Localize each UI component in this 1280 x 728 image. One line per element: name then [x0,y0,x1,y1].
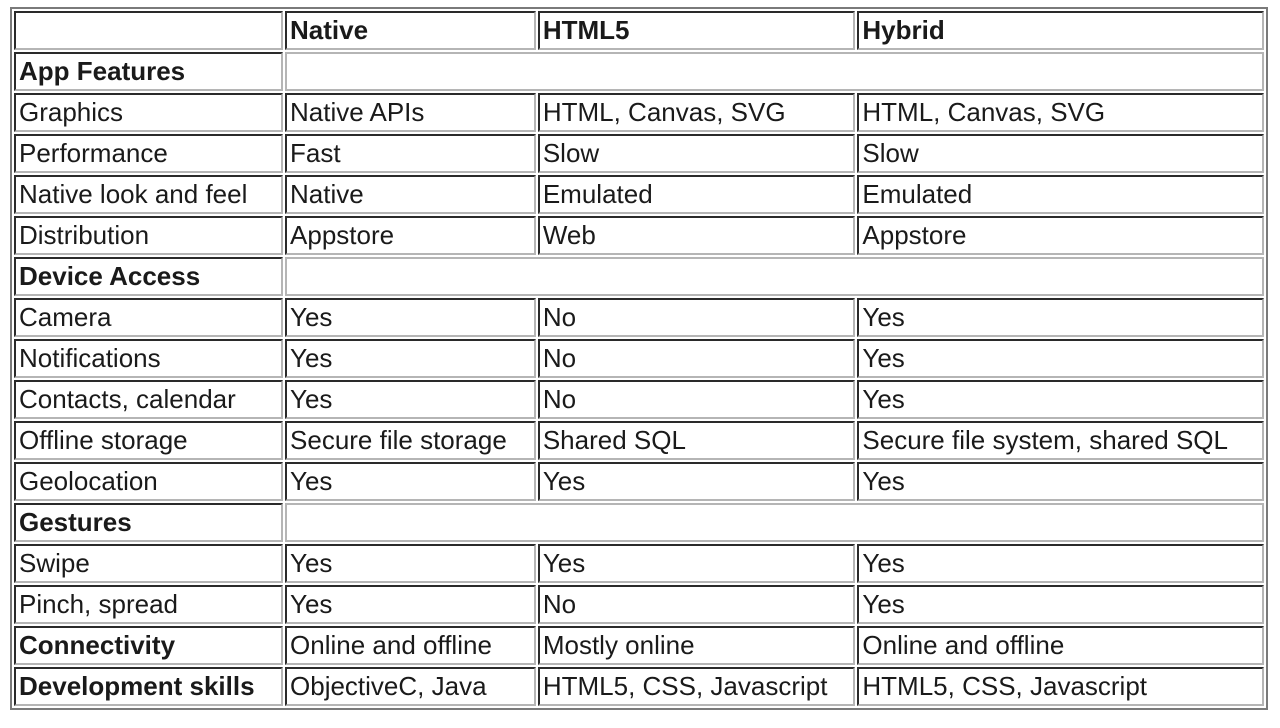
cell-hybrid: Yes [857,585,1264,624]
cell-native: ObjectiveC, Java [285,667,536,706]
section-blank [285,52,1264,91]
cell-native: Appstore [285,216,536,255]
table-row: Performance Fast Slow Slow [14,134,1264,173]
cell-hybrid: Yes [857,339,1264,378]
cell-html5: Yes [537,544,856,583]
cell-hybrid: Yes [857,544,1264,583]
section-title-gestures: Gestures [14,503,284,542]
comparison-table-wrapper: Native HTML5 Hybrid App Features Graphic… [10,7,1268,710]
cell-native: Online and offline [285,626,536,665]
cell-native: Native [285,175,536,214]
cell-html5: No [537,585,856,624]
comparison-table: Native HTML5 Hybrid App Features Graphic… [10,7,1268,710]
cell-native: Yes [285,298,536,337]
cell-native: Secure file storage [285,421,536,460]
header-html5: HTML5 [537,11,856,50]
summary-row-connectivity: Connectivity Online and offline Mostly o… [14,626,1264,665]
cell-hybrid: Secure file system, shared SQL [857,421,1264,460]
table-row: Swipe Yes Yes Yes [14,544,1264,583]
cell-hybrid: Emulated [857,175,1264,214]
cell-html5: Mostly online [537,626,856,665]
header-hybrid: Hybrid [857,11,1264,50]
table-row: Graphics Native APIs HTML, Canvas, SVG H… [14,93,1264,132]
row-label: Geolocation [14,462,284,501]
cell-native: Yes [285,339,536,378]
header-native: Native [285,11,536,50]
cell-html5: No [537,380,856,419]
cell-html5: HTML, Canvas, SVG [537,93,856,132]
section-blank [285,503,1264,542]
cell-hybrid: HTML, Canvas, SVG [857,93,1264,132]
cell-hybrid: Slow [857,134,1264,173]
section-title-device-access: Device Access [14,257,284,296]
header-corner-cell [14,11,284,50]
table-row: Contacts, calendar Yes No Yes [14,380,1264,419]
row-label: Offline storage [14,421,284,460]
row-label: Camera [14,298,284,337]
cell-html5: Yes [537,462,856,501]
cell-hybrid: HTML5, CSS, Javascript [857,667,1264,706]
table-row: Distribution Appstore Web Appstore [14,216,1264,255]
cell-html5: Shared SQL [537,421,856,460]
row-label: Swipe [14,544,284,583]
row-label: Graphics [14,93,284,132]
cell-native: Yes [285,380,536,419]
cell-html5: No [537,339,856,378]
cell-hybrid: Yes [857,462,1264,501]
row-label: Pinch, spread [14,585,284,624]
table-row: Offline storage Secure file storage Shar… [14,421,1264,460]
cell-native: Yes [285,544,536,583]
section-row-device-access: Device Access [14,257,1264,296]
cell-native: Yes [285,585,536,624]
cell-html5: Web [537,216,856,255]
cell-hybrid: Appstore [857,216,1264,255]
row-label: Notifications [14,339,284,378]
cell-html5: No [537,298,856,337]
row-label: Distribution [14,216,284,255]
table-row: Native look and feel Native Emulated Emu… [14,175,1264,214]
cell-html5: HTML5, CSS, Javascript [537,667,856,706]
row-label: Contacts, calendar [14,380,284,419]
cell-hybrid: Yes [857,298,1264,337]
header-row: Native HTML5 Hybrid [14,11,1264,50]
table-row: Geolocation Yes Yes Yes [14,462,1264,501]
cell-native: Yes [285,462,536,501]
cell-html5: Emulated [537,175,856,214]
summary-row-development-skills: Development skills ObjectiveC, Java HTML… [14,667,1264,706]
row-label: Native look and feel [14,175,284,214]
cell-native: Native APIs [285,93,536,132]
table-row: Notifications Yes No Yes [14,339,1264,378]
table-row: Pinch, spread Yes No Yes [14,585,1264,624]
section-row-app-features: App Features [14,52,1264,91]
section-row-gestures: Gestures [14,503,1264,542]
table-row: Camera Yes No Yes [14,298,1264,337]
row-label-development-skills: Development skills [14,667,284,706]
cell-native: Fast [285,134,536,173]
section-blank [285,257,1264,296]
row-label: Performance [14,134,284,173]
cell-html5: Slow [537,134,856,173]
row-label-connectivity: Connectivity [14,626,284,665]
cell-hybrid: Yes [857,380,1264,419]
cell-hybrid: Online and offline [857,626,1264,665]
section-title-app-features: App Features [14,52,284,91]
